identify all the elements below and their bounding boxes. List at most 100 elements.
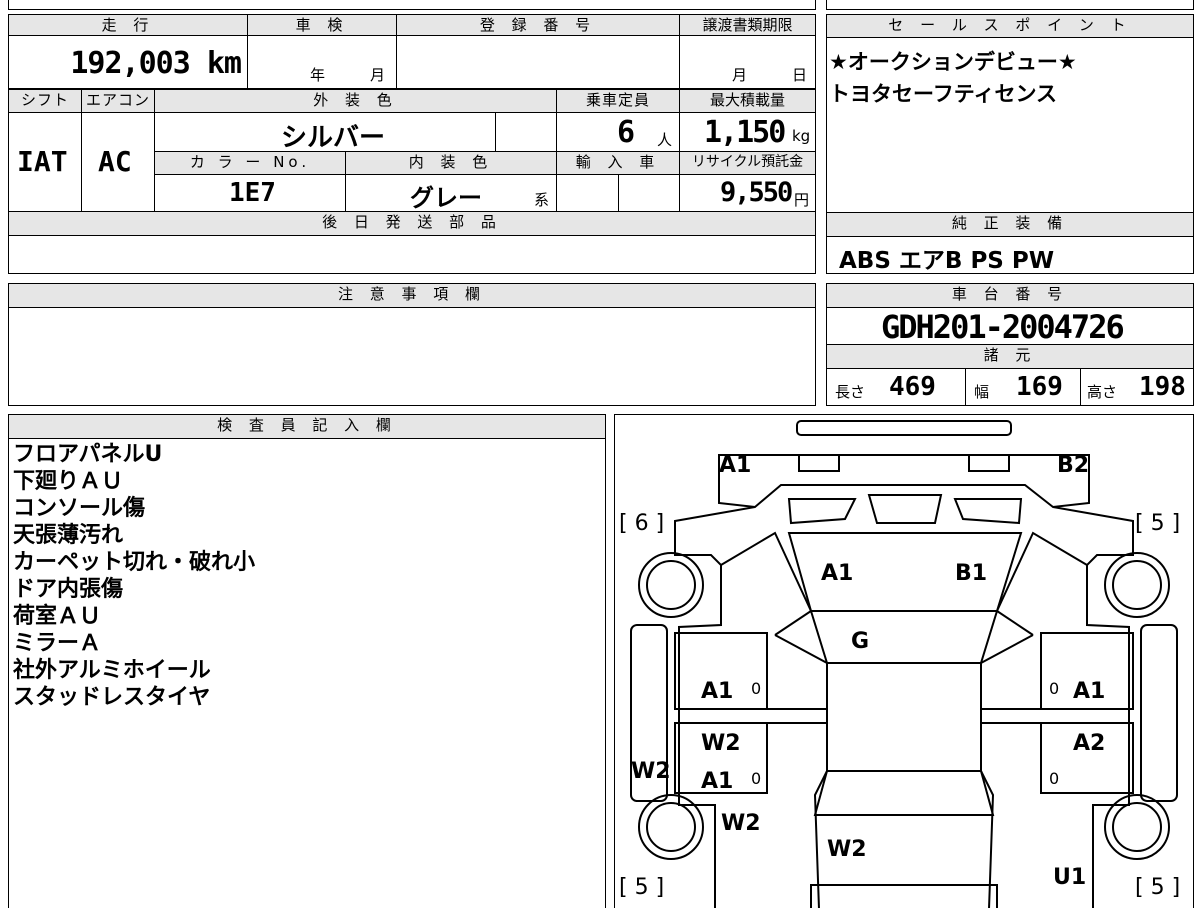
exterior-header: 外 装 色 — [154, 89, 557, 113]
capacity-header: 乗車定員 — [556, 89, 680, 113]
tire-rear-right: [ 5 ] — [1135, 875, 1181, 900]
left-side-code: W2 — [631, 759, 671, 784]
inspector-note: 下廻りＡＵ — [13, 469, 124, 494]
spec-height-label: 高さ — [1087, 383, 1118, 401]
wheel-rear-right-inner — [1112, 802, 1162, 852]
import-header: 輸 入 車 — [556, 151, 680, 175]
capacity-value: 6 — [617, 115, 636, 150]
right-side-skirt — [1140, 624, 1178, 802]
later-parts-cell — [8, 235, 816, 274]
shift-value: IAT — [17, 145, 68, 178]
transfer-month: 月 — [732, 66, 748, 84]
interior-suffix: 系 — [534, 191, 550, 209]
sales-points-cell: ★オークションデビュー★ トヨタセーフティセンス — [826, 37, 1194, 213]
inspector-note: 荷室ＡＵ — [13, 604, 102, 629]
wheel-rear-left-inner — [646, 802, 696, 852]
capacity-unit: 人 — [657, 131, 673, 149]
wheel-rear-left — [638, 794, 704, 860]
left-vent — [787, 498, 857, 525]
top-right-strip — [826, 0, 1194, 10]
spec-width-value: 169 — [1016, 372, 1063, 402]
tire-rear-left: [ 5 ] — [619, 875, 665, 900]
zero-mark-4: 0 — [1049, 769, 1060, 788]
ac-header: エアコン — [81, 89, 155, 113]
spec-length-label: 長さ — [835, 383, 866, 401]
windshield-right-code: B1 — [955, 561, 988, 586]
tire-front-left: [ 6 ] — [619, 511, 665, 536]
transfer-cell: 月 日 — [679, 35, 816, 89]
inspector-note: 天張薄汚れ — [13, 523, 124, 548]
recycle-cell: 9,550 円 — [679, 174, 816, 212]
ac-value: AC — [98, 145, 132, 178]
hood-shape — [718, 454, 1090, 509]
rear-center-code: W2 — [827, 837, 867, 862]
left-lower-code: W2 — [721, 811, 761, 836]
transfer-header: 譲渡書類期限 — [679, 14, 816, 36]
cabin-left — [774, 634, 828, 908]
equipment-value: ABS エアB PS PW — [839, 248, 1055, 274]
spec-length-value: 469 — [889, 372, 936, 402]
chassis-cell: GDH201-2004726 — [826, 307, 1194, 345]
wheel-front-right — [1104, 552, 1170, 618]
inspector-note: ドア内張傷 — [13, 577, 124, 602]
left-headlight — [798, 454, 840, 472]
exterior-value: シルバー — [281, 123, 386, 152]
rear-window — [813, 770, 995, 816]
recycle-value: 9,550 — [720, 177, 793, 208]
rear-right-code: U1 — [1053, 865, 1087, 890]
import-cell-a — [556, 174, 619, 212]
spec-height-value: 198 — [1139, 372, 1186, 402]
notes-cell — [8, 307, 816, 406]
center-vent — [867, 494, 943, 524]
exterior-cell: シルバー — [154, 112, 496, 152]
spec-width-cell: 幅 169 — [965, 368, 1081, 406]
equipment-cell: ABS エアB PS PW — [826, 236, 1194, 274]
max-load-header: 最大積載量 — [679, 89, 816, 113]
left-front-door-code: A1 — [701, 679, 734, 704]
a-pillar-left — [720, 531, 813, 636]
wheel-front-left-inner — [646, 560, 696, 610]
color-no-cell: 1E7 — [154, 174, 346, 212]
interior-cell: グレー 系 — [345, 174, 557, 212]
shaken-year: 年 — [310, 66, 326, 84]
car-diagram-panel: [ 6 ] [ 5 ] [ 5 ] [ 5 ] A1 B2 A1 B1 G A1… — [614, 414, 1194, 908]
max-load-cell: 1,150 kg — [679, 112, 816, 152]
right-front-door-code: A1 — [1073, 679, 1106, 704]
inspector-cell: フロアパネルU 下廻りＡＵ コンソール傷 天張薄汚れ カーペット切れ・破れ小 ド… — [8, 438, 606, 908]
interior-value: グレー — [410, 184, 482, 212]
spec-height-cell: 高さ 198 — [1080, 368, 1194, 406]
a-pillar-right — [995, 531, 1088, 636]
sales-points-header: セ ー ル ス ポ イ ン ト — [826, 14, 1194, 38]
hood-right-code: B2 — [1057, 453, 1090, 478]
inspector-note: ミラーＡ — [13, 631, 102, 656]
ac-cell: AC — [81, 112, 155, 212]
tire-front-right: [ 5 ] — [1135, 511, 1181, 536]
wheel-rear-right — [1104, 794, 1170, 860]
right-headlight — [968, 454, 1010, 472]
inspector-header: 検 査 員 記 入 欄 — [8, 414, 606, 439]
windshield-left-code: A1 — [821, 561, 854, 586]
inspector-note: 社外アルミホイール — [13, 658, 211, 683]
color-no-header: カ ラ ー No. — [154, 151, 346, 175]
transfer-day: 日 — [792, 66, 808, 84]
spec-width-label: 幅 — [974, 383, 990, 401]
zero-mark-2: 0 — [751, 769, 762, 788]
car-diagram — [630, 420, 1178, 908]
zero-mark-3: 0 — [1049, 679, 1060, 698]
inspector-note: カーペット切れ・破れ小 — [13, 550, 256, 575]
roof-code: G — [851, 629, 870, 654]
right-vent — [953, 498, 1023, 525]
equipment-header: 純 正 装 備 — [826, 212, 1194, 237]
left-door-divider — [675, 708, 827, 724]
top-border-strip — [8, 0, 816, 10]
mileage-cell: 192,003 km — [8, 35, 248, 89]
color-no-value: 1E7 — [229, 178, 276, 208]
max-load-value: 1,150 — [704, 115, 786, 150]
inspector-note: コンソール傷 — [13, 496, 146, 521]
mileage-header: 走 行 — [8, 14, 248, 36]
max-load-unit: kg — [792, 127, 811, 145]
registration-header: 登 録 番 号 — [396, 14, 680, 36]
interior-header: 内 装 色 — [345, 151, 557, 175]
chassis-value: GDH201-2004726 — [881, 308, 1125, 345]
roof-shape — [809, 610, 999, 664]
